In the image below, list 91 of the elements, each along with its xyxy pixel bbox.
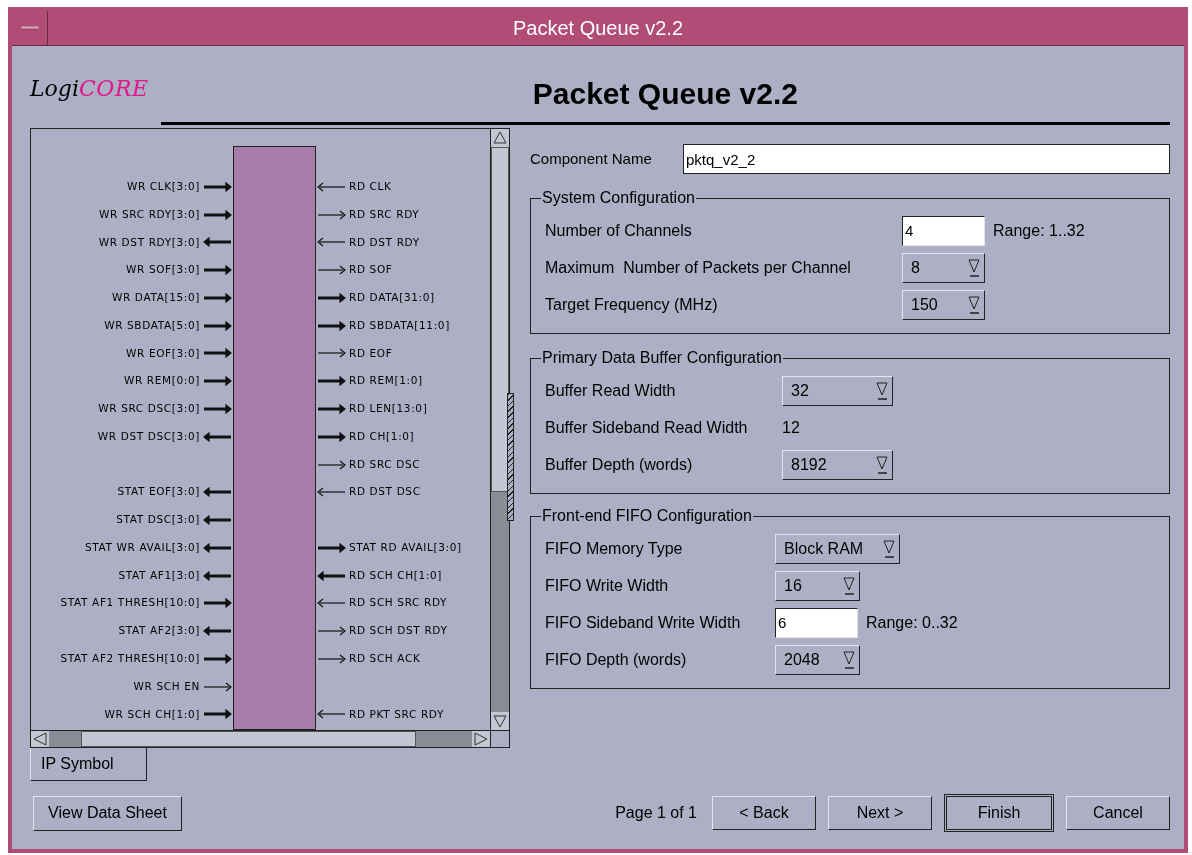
pin-label: RD CLK <box>349 180 392 192</box>
pin-label: STAT AF2[3:0] <box>118 623 200 639</box>
group-title: Front-end FIFO Configuration <box>541 506 753 526</box>
pin-label: RD SBDATA[11:0] <box>349 318 450 331</box>
minimize-icon <box>20 26 39 30</box>
pin-label: RD SOF <box>349 263 393 276</box>
scroll-thumb[interactable] <box>491 147 509 492</box>
dropdown[interactable]: 8 <box>902 252 985 283</box>
field-label: Component Name <box>530 148 653 169</box>
pin-label: RD SCH SRC RDY <box>349 596 448 609</box>
nav-button[interactable]: Next > <box>828 796 932 830</box>
pin-label: STAT AF1 THRESH[10:0] <box>60 595 200 611</box>
nav-button[interactable]: < Back <box>712 796 816 830</box>
splitter-handle[interactable] <box>507 393 514 521</box>
pin-label: RD SRC DSC <box>349 457 421 470</box>
tab[interactable]: IP Symbol <box>30 748 147 781</box>
pin-label: RD CH[1:0] <box>349 429 415 442</box>
field-label: FIFO Memory Type <box>545 538 684 559</box>
range-hint: Range: 1..32 <box>993 220 1085 241</box>
scroll-down-icon[interactable] <box>491 712 509 730</box>
pin-label: WR SRC RDY[3:0] <box>99 206 200 222</box>
pin-label: RD EOF <box>349 346 393 359</box>
pin-label: RD DATA[31:0] <box>349 291 435 304</box>
pin-label: WR SRC DSC[3:0] <box>98 401 200 417</box>
field-label: Maximum Number of Packets per Channel <box>545 257 852 278</box>
number-field[interactable]: 4 <box>902 215 985 246</box>
field-label: FIFO Depth (words) <box>545 649 688 670</box>
scroll-right-icon[interactable] <box>472 731 490 747</box>
pin-label: RD DST DSC <box>349 485 421 498</box>
dropdown-arrow-icon <box>881 537 898 560</box>
pin-label: RD SRC RDY <box>349 207 420 220</box>
page-indicator: Page 1 of 1 <box>615 803 697 823</box>
pin-label: RD SCH CH[1:0] <box>349 568 443 581</box>
field-label: Number of Channels <box>545 220 693 241</box>
dropdown-arrow-icon <box>966 256 982 279</box>
pin-label: RD LEN[13:0] <box>349 402 428 415</box>
dropdown-arrow-icon <box>841 574 857 597</box>
logo: LogiCORE <box>30 74 150 103</box>
pin-label: RD DST RDY <box>349 235 420 248</box>
pin-label: STAT AF1[3:0] <box>118 567 200 583</box>
pin-label: WR DST DSC[3:0] <box>97 428 200 444</box>
dropdown[interactable]: 2048 <box>775 644 860 675</box>
nav-button[interactable]: Cancel <box>1066 796 1170 830</box>
pin-label: STAT WR AVAIL[3:0] <box>85 539 200 555</box>
window-title: Packet Queue v2.2 <box>512 16 684 41</box>
pin-label: WR SCH CH[1:0] <box>104 706 200 722</box>
pin-label: RD SCH DST RDY <box>349 624 448 637</box>
pin-label: WR DATA[15:0] <box>111 290 200 306</box>
pin-label: WR SCH EN <box>133 678 200 694</box>
pin-label: WR CLK[3:0] <box>126 179 200 194</box>
pin-label: WR REM[0:0] <box>123 373 200 389</box>
pin-label: STAT AF2 THRESH[10:0] <box>60 651 200 666</box>
vertical-scrollbar[interactable] <box>490 129 509 730</box>
dropdown[interactable]: 8192 <box>782 449 893 480</box>
pin-label: STAT EOF[3:0] <box>117 484 200 500</box>
dropdown[interactable]: 16 <box>775 570 860 601</box>
scroll-thumb[interactable] <box>81 731 416 747</box>
field-label: FIFO Sideband Write Width <box>545 612 742 633</box>
pin-label: RD SCH ACK <box>349 652 421 664</box>
page-heading: Packet Queue v2.2 <box>532 77 798 110</box>
field-label: Buffer Read Width <box>545 380 677 401</box>
pin-label: WR EOF[3:0] <box>126 345 200 361</box>
field-value: 12 <box>782 417 800 438</box>
pin-label: WR SOF[3:0] <box>126 262 200 278</box>
dropdown[interactable]: 150 <box>902 289 985 320</box>
pin-label: WR SBDATA[5:0] <box>104 317 200 333</box>
scroll-up-icon[interactable] <box>491 129 509 147</box>
field-label: Buffer Depth (words) <box>545 454 694 475</box>
dropdown-arrow-icon <box>966 293 982 316</box>
component-name-field[interactable]: pktq_v2_2 <box>683 144 1170 174</box>
dropdown[interactable]: Block RAM <box>775 533 901 564</box>
pin-label: STAT RD AVAIL[3:0] <box>349 540 462 553</box>
pin-label: RD PKT SRC RDY <box>349 707 445 720</box>
group-title: Primary Data Buffer Configuration <box>541 348 783 368</box>
dropdown-arrow-icon <box>841 648 857 671</box>
nav-button[interactable]: Finish <box>944 794 1054 832</box>
field-label: FIFO Write Width <box>545 575 670 596</box>
dropdown-arrow-icon <box>874 453 890 476</box>
field-label: Target Frequency (MHz) <box>545 294 719 315</box>
group-title: System Configuration <box>541 188 696 208</box>
dropdown-arrow-icon <box>874 379 890 402</box>
pin-label: RD REM[1:0] <box>349 374 423 387</box>
dropdown[interactable]: 32 <box>782 375 893 406</box>
scroll-left-icon[interactable] <box>31 731 49 747</box>
number-field[interactable]: 6 <box>775 607 858 638</box>
pin-label: STAT DSC[3:0] <box>116 512 200 528</box>
field-label: Buffer Sideband Read Width <box>545 417 749 438</box>
range-hint: Range: 0..32 <box>866 612 958 633</box>
pin-label: WR DST RDY[3:0] <box>98 234 200 250</box>
view-data-sheet-button[interactable]: View Data Sheet <box>33 795 182 831</box>
horizontal-scrollbar[interactable] <box>31 731 490 747</box>
